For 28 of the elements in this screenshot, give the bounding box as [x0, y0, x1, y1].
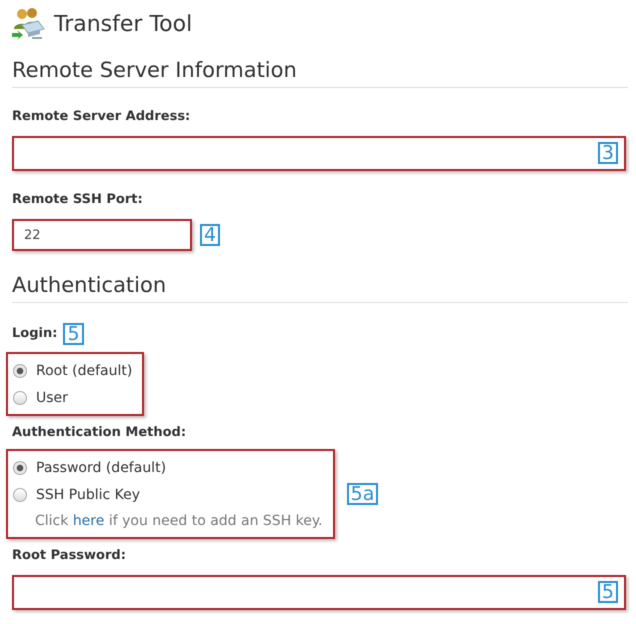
here-link[interactable]: here — [72, 513, 104, 529]
section-heading: Remote Server Information — [12, 56, 628, 88]
annotation-number: 5 — [598, 581, 618, 603]
help-text: Click here if you need to add an SSH key. — [34, 512, 323, 531]
users-computer-icon — [10, 7, 46, 41]
annotation-number: 5 — [63, 323, 84, 345]
section-heading: Authentication — [12, 271, 628, 303]
field-label: Remote Server Address: — [12, 108, 190, 126]
field-label: Login: — [12, 325, 58, 343]
field-value: 22 — [24, 228, 41, 242]
annotation-number: 5a — [346, 483, 378, 505]
radio-button[interactable] — [13, 364, 27, 378]
input-field[interactable]: 3 — [12, 136, 626, 171]
annotation-number: 3 — [598, 142, 618, 164]
radio-button[interactable] — [13, 460, 27, 474]
option-label: User — [36, 390, 68, 406]
field-label: Root Password: — [12, 547, 126, 565]
radio-button[interactable] — [13, 488, 27, 502]
page-title: Transfer Tool — [54, 12, 192, 36]
field-label: Remote SSH Port: — [12, 191, 143, 209]
option-label: Root (default) — [36, 362, 132, 378]
input-field[interactable]: 5 — [12, 575, 626, 610]
field-label: Authentication Method: — [12, 424, 186, 442]
input-field[interactable]: 22 — [12, 219, 192, 251]
radio-button[interactable] — [13, 390, 27, 404]
option-label: Password (default) — [36, 460, 166, 476]
option-label: SSH Public Key — [36, 486, 140, 502]
annotation-number: 4 — [200, 224, 220, 246]
